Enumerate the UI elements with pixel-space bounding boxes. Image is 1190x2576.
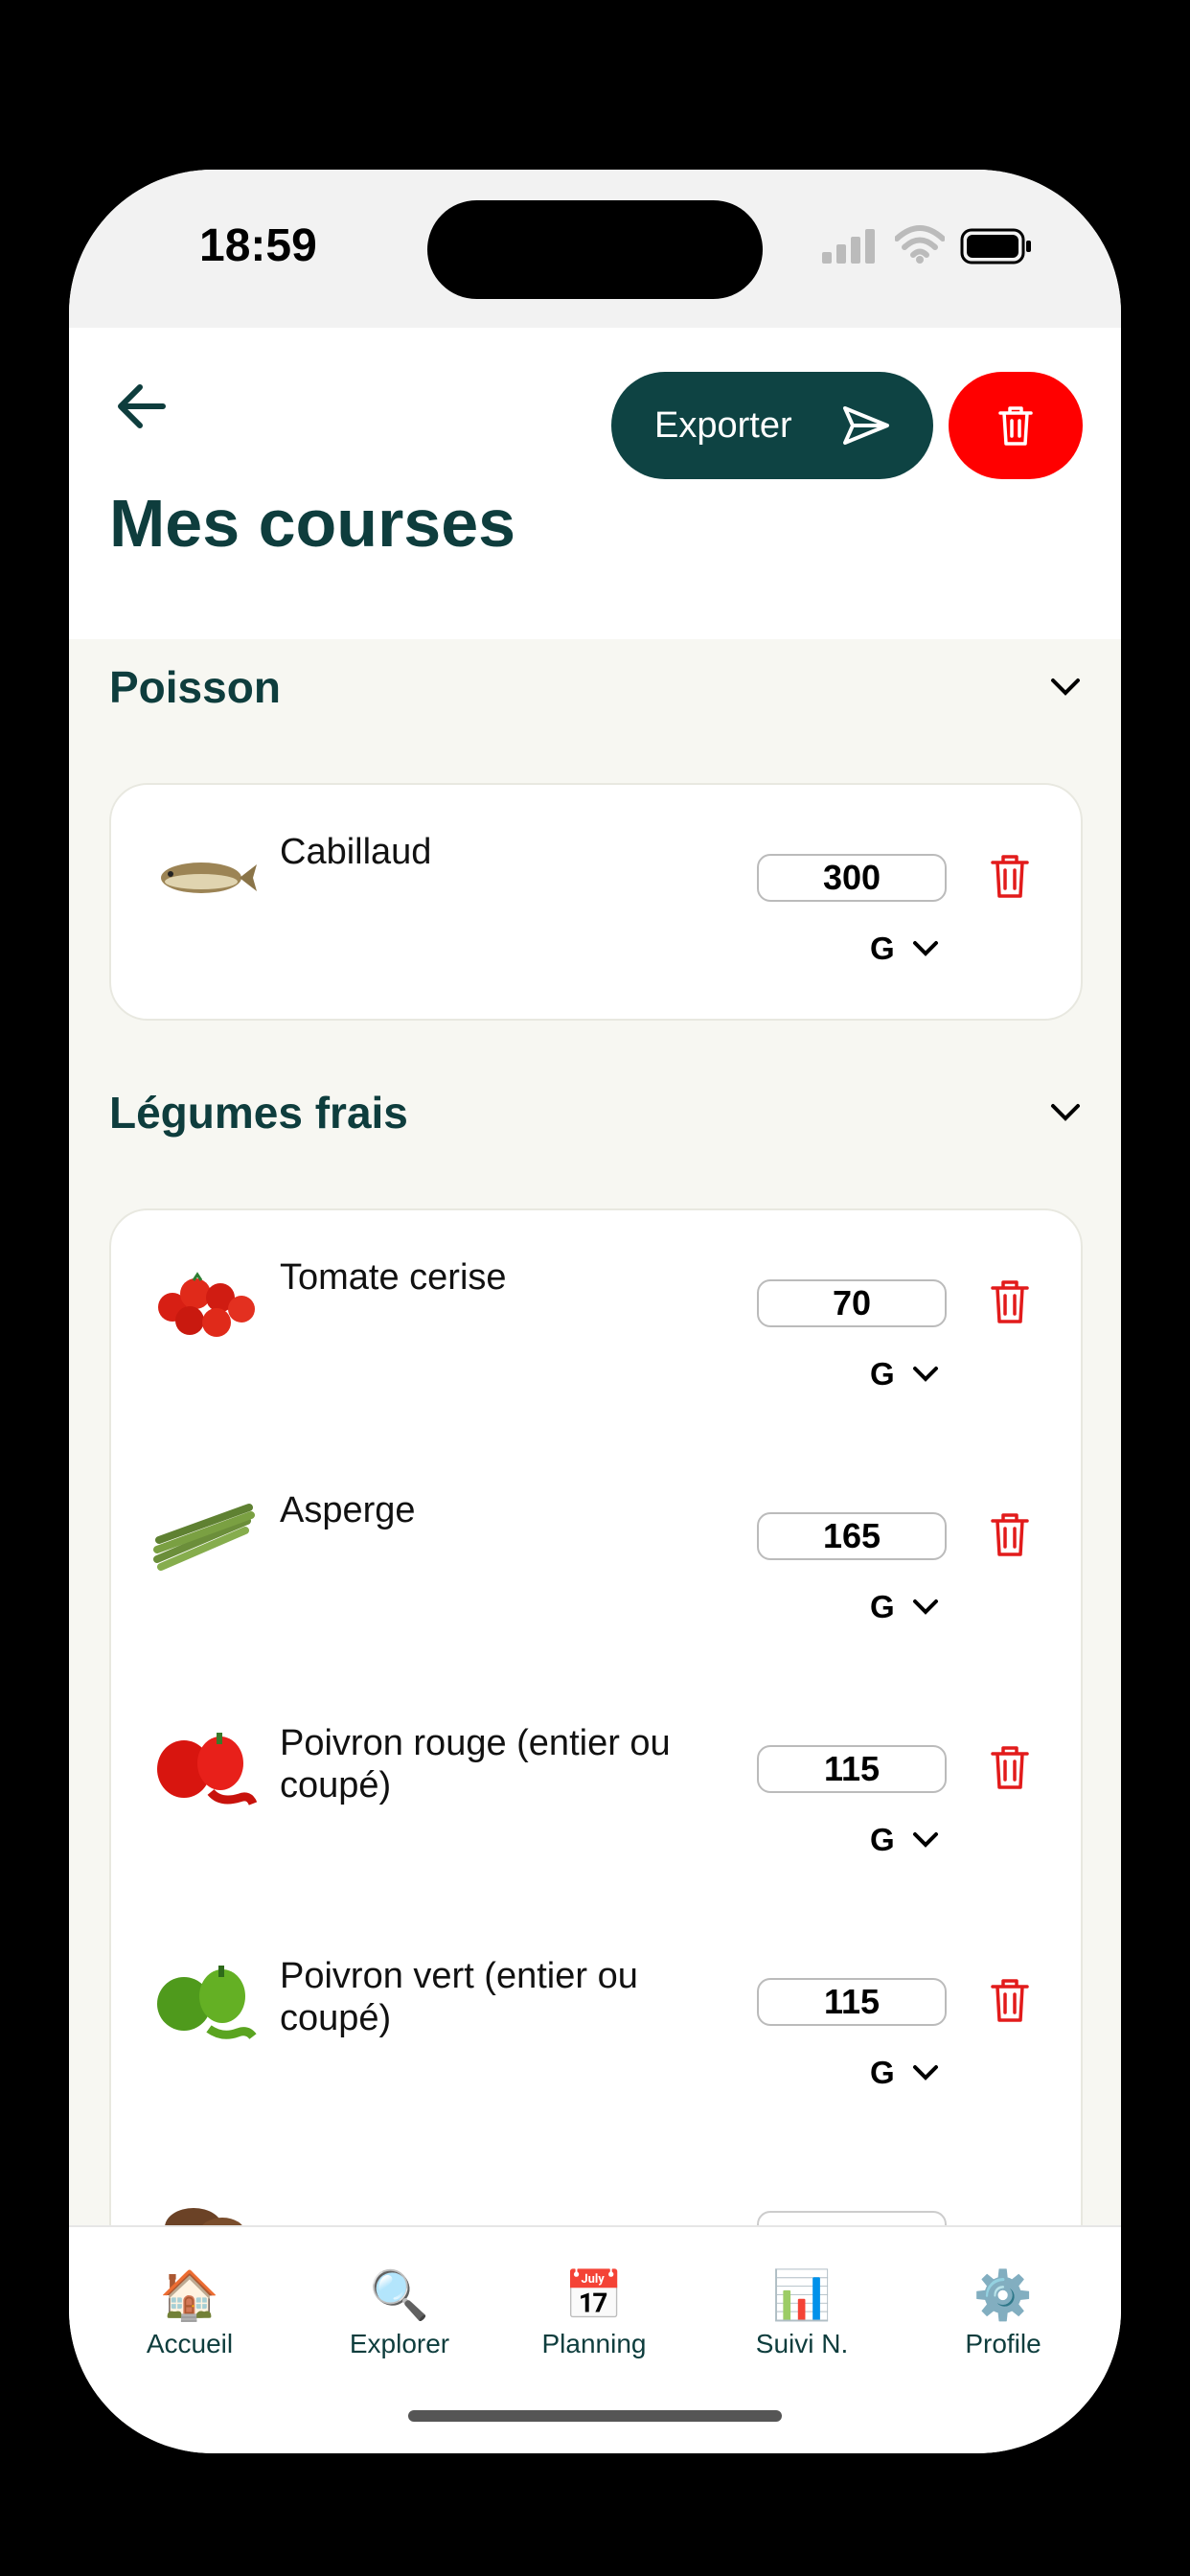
cherry-tomato-image [158, 1272, 255, 1337]
item-name: Asperge [280, 1490, 416, 1530]
chevron-down-icon [912, 1599, 938, 1615]
unit-value: G [870, 1822, 895, 1857]
status-bar: 18:59 [69, 170, 1121, 328]
tab-accueil[interactable]: 🏠 Accueil [94, 2266, 286, 2359]
list-item: Cabillaud 300 G [111, 785, 1081, 996]
quantity-input[interactable]: 115 [757, 1978, 947, 2026]
unit-select[interactable]: G [870, 2055, 939, 2091]
trash-icon[interactable] [989, 1510, 1031, 1558]
quantity-input[interactable]: 300 [757, 854, 947, 902]
home-indicator[interactable] [408, 2410, 782, 2422]
send-icon [843, 406, 889, 445]
back-arrow-icon[interactable] [111, 376, 172, 437]
quantity-input[interactable]: 115 [757, 1745, 947, 1793]
unit-value: G [870, 931, 895, 966]
quantity-input[interactable]: 70 [757, 1279, 947, 1327]
tab-label: Suivi N. [755, 2329, 849, 2358]
chevron-down-icon [912, 941, 938, 956]
item-name: Cabillaud [280, 832, 432, 872]
tab-label: Accueil [146, 2329, 234, 2358]
list-item: Poivron vert (entier ou coupé) 115 G [111, 1909, 1081, 2120]
unit-value: G [870, 1356, 895, 1392]
cod-fish-image [161, 862, 257, 893]
status-time: 18:59 [199, 220, 317, 271]
tab-label: Planning [541, 2329, 647, 2358]
page-header: Exporter Mes courses [69, 328, 1121, 639]
unit-select[interactable]: G [870, 1589, 939, 1625]
quantity-input[interactable]: 165 [757, 1512, 947, 1560]
export-label: Exporter [654, 404, 792, 446]
trash-icon[interactable] [989, 1743, 1031, 1791]
chevron-down-icon [1051, 1104, 1080, 1121]
house-icon: 🏠 [159, 2268, 220, 2322]
dynamic-island [427, 200, 763, 299]
section-card-poisson: Cabillaud 300 G [109, 783, 1083, 1021]
section-card-legumes-frais: Tomate cerise 70 G Asperge 165 G Poivron… [109, 1208, 1083, 2225]
chevron-down-icon [912, 1367, 938, 1382]
red-pepper-image [157, 1733, 258, 1806]
mushroom-image [165, 2208, 242, 2225]
chevron-down-icon [912, 1832, 938, 1848]
chevron-down-icon [912, 2065, 938, 2081]
page-title: Mes courses [109, 486, 516, 561]
phone-screen: 18:59 Exporter Mes courses Poisson Cabil… [69, 170, 1121, 2453]
unit-value: G [870, 2055, 895, 2090]
signal-icon [822, 229, 875, 264]
export-button[interactable]: Exporter [611, 372, 933, 479]
section-title: Légumes frais [109, 1088, 408, 1138]
tab-label: Explorer [349, 2329, 450, 2358]
trash-icon[interactable] [989, 852, 1031, 900]
unit-select[interactable]: G [870, 1356, 939, 1392]
green-pepper-image [157, 1966, 257, 2039]
list-item: Tomate cerise 70 G [111, 1210, 1081, 1421]
list-item-partial [111, 2142, 1081, 2225]
item-name: Tomate cerise [280, 1257, 507, 1298]
list-item: Poivron rouge (entier ou coupé) 115 G [111, 1676, 1081, 1887]
unit-select[interactable]: G [870, 1822, 939, 1858]
asparagus-image [153, 1504, 255, 1571]
item-name: Poivron vert (entier ou coupé) [280, 1956, 638, 2038]
tab-planning[interactable]: 📅 Planning [498, 2266, 690, 2359]
wifi-icon [895, 225, 945, 264]
magnifier-icon: 🔍 [369, 2268, 430, 2322]
section-title: Poisson [109, 662, 281, 712]
chevron-down-icon [1051, 678, 1080, 696]
unit-value: G [870, 1589, 895, 1624]
battery-icon [960, 228, 1031, 264]
trash-icon[interactable] [989, 1277, 1031, 1325]
delete-all-button[interactable] [949, 372, 1083, 479]
bar-chart-icon: 📊 [771, 2268, 833, 2322]
section-header-legumes-frais[interactable]: Légumes frais [109, 1074, 1081, 1151]
trash-icon[interactable] [989, 1976, 1031, 2024]
tab-suivi[interactable]: 📊 Suivi N. [706, 2266, 898, 2359]
tab-profile[interactable]: ⚙️ Profile [907, 2266, 1099, 2359]
list-item: Asperge 165 G [111, 1443, 1081, 1654]
trash-icon [998, 406, 1033, 446]
item-name: Poivron rouge (entier ou coupé) [280, 1723, 671, 1806]
shopping-list[interactable]: Poisson Cabillaud 300 G Légumes frais To… [69, 639, 1121, 2225]
section-header-poisson[interactable]: Poisson [109, 649, 1081, 725]
gear-icon: ⚙️ [973, 2268, 1034, 2322]
tab-label: Profile [965, 2329, 1041, 2358]
calendar-icon: 📅 [563, 2268, 625, 2322]
unit-select[interactable]: G [870, 931, 939, 967]
quantity-input[interactable] [757, 2211, 947, 2225]
tab-explorer[interactable]: 🔍 Explorer [304, 2266, 495, 2359]
